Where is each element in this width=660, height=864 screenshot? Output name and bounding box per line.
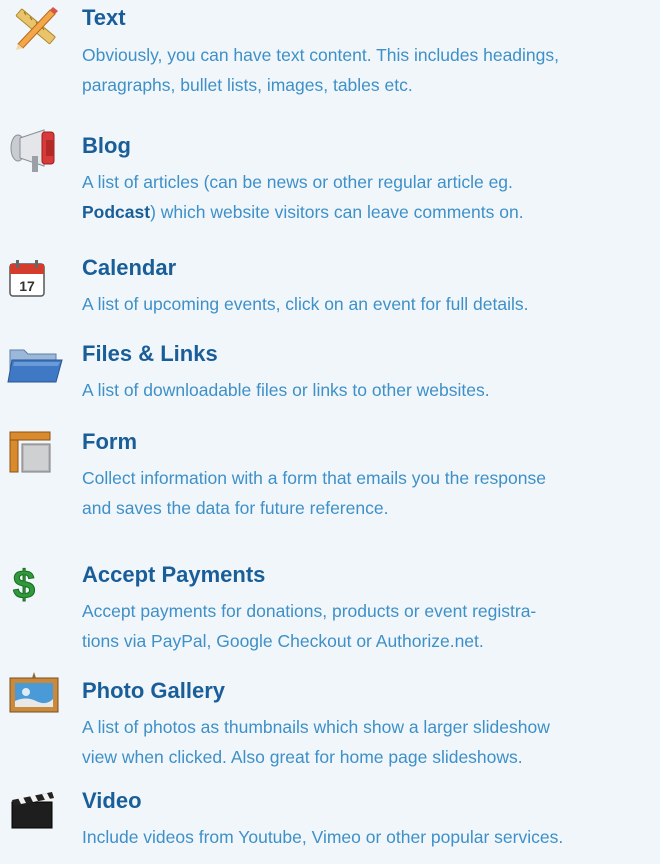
megaphone-icon (6, 126, 64, 174)
description-line: paragraphs, bullet lists, images, tables… (82, 75, 413, 95)
description-line: Accept payments for donations, products … (82, 601, 537, 621)
feature-title: Photo Gallery (82, 678, 226, 703)
pencil-ruler-icon (6, 2, 64, 50)
feature-title: Blog (82, 133, 131, 158)
feature-title: Text (82, 5, 126, 30)
description-line: view when clicked. Also great for home p… (82, 747, 523, 767)
calendar-icon: 17 (6, 258, 64, 306)
feature-description: A list of articles (can be news or other… (82, 167, 654, 227)
description-line: and saves the data for future reference. (82, 498, 389, 518)
calendar-day: 17 (19, 278, 35, 294)
feature-title: Form (82, 429, 137, 454)
feature-title: Accept Payments (82, 562, 266, 587)
picture-frame-icon (6, 670, 64, 718)
description-line: Obviously, you can have text content. Th… (82, 45, 559, 65)
podcast-link[interactable]: Podcast (82, 202, 150, 222)
clapperboard-icon (6, 784, 64, 832)
description-line: A list of articles (can be news or other… (82, 172, 513, 192)
description-line: Podcast) which website visitors can leav… (82, 202, 524, 222)
feature-description: A list of upcoming events, click on an e… (82, 289, 654, 319)
description-line: A list of photos as thumbnails which sho… (82, 717, 550, 737)
folder-icon (6, 340, 64, 388)
description-line: A list of upcoming events, click on an e… (82, 294, 529, 314)
feature-description: Obviously, you can have text content. Th… (82, 40, 654, 100)
description-line: Include videos from Youtube, Vimeo or ot… (82, 827, 564, 847)
feature-description: Collect information with a form that ema… (82, 463, 654, 523)
description-line: A list of downloadable files or links to… (82, 380, 490, 400)
feature-title: Video (82, 788, 142, 813)
svg-text:$: $ (13, 563, 35, 607)
form-icon (6, 428, 64, 476)
dollar-icon: $ (6, 560, 64, 608)
description-line: Collect information with a form that ema… (82, 468, 546, 488)
feature-description: Include videos from Youtube, Vimeo or ot… (82, 822, 654, 852)
feature-title: Files & Links (82, 341, 218, 366)
feature-description: A list of downloadable files or links to… (82, 375, 654, 405)
feature-title: Calendar (82, 255, 177, 280)
feature-description: A list of photos as thumbnails which sho… (82, 712, 654, 772)
description-line: tions via PayPal, Google Checkout or Aut… (82, 631, 484, 651)
feature-description: Accept payments for donations, products … (82, 596, 654, 656)
